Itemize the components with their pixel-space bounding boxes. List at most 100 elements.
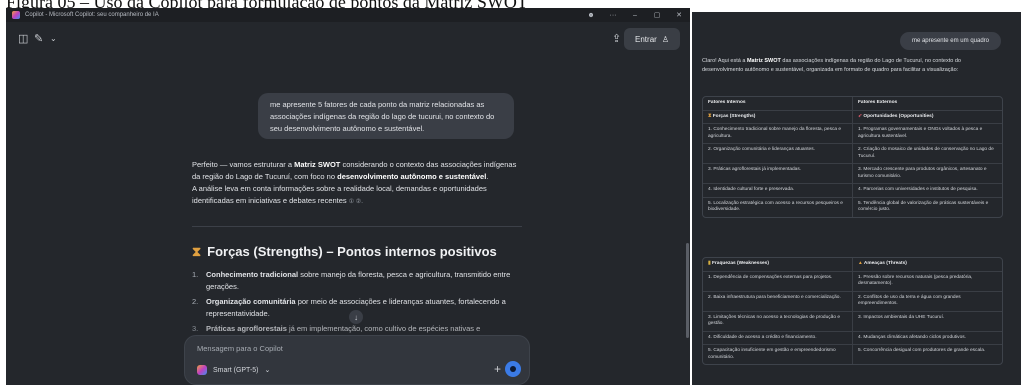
table-subheader-row: ⧗ Forças (Strengths) ➶ Oportunidades (Op… — [703, 109, 1002, 124]
scroll-down-button[interactable]: ↓ — [349, 310, 363, 324]
swot-table-strengths-opportunities: Fatores Internos Fatores Externos ⧗ Forç… — [702, 96, 1003, 218]
chevron-down-icon: ⌄ — [264, 367, 271, 374]
table-row: 2. Organização comunitária e lideranças … — [703, 143, 1002, 163]
list-item: 3. Práticas agroflorestais já em impleme… — [192, 323, 532, 335]
table-cell: 2. Criação do mosaico de unidades de con… — [852, 144, 1002, 163]
table-cell: 5. Concorrência desigual com produtores … — [852, 345, 1002, 364]
table-header-cell: Fatores Internos — [708, 100, 746, 105]
chevron-down-icon[interactable]: ⌄ — [50, 34, 57, 43]
table-cell: 5. Localização estratégica com acesso a … — [708, 200, 843, 213]
list-item-text: já em implementação, como cultivo de esp… — [286, 324, 481, 333]
section-heading-text: Forças (Strengths) – Pontos internos pos… — [207, 244, 497, 259]
sidebar-toggle-icon[interactable]: ◫ — [18, 32, 28, 45]
strengths-list: 1. Conhecimento tradicional sobre manejo… — [192, 269, 532, 338]
table-cell: 3. Impactos ambientais da UHE Tucuruí. — [852, 311, 1002, 331]
table-row: 3. Práticas agroflorestais já implementa… — [703, 163, 1002, 183]
reply-paragraph-2: A análise leva em conta informações sobr… — [192, 183, 522, 208]
subheader-label: Oportunidades (Opportunities) — [863, 113, 934, 119]
table-cell: 2. Baixa infraestrutura para beneficiame… — [708, 294, 841, 300]
table-row: 1. Conhecimento tradicional sobre manejo… — [703, 123, 1002, 143]
hourglass-icon: ⧗ — [192, 244, 202, 259]
copilot-window: Copilot - Microsoft Copilot: seu companh… — [6, 8, 690, 385]
table-row: 3. Limitações técnicas no acesso a tecno… — [703, 310, 1002, 331]
citation-refs[interactable]: ① ②. — [349, 199, 363, 205]
maximize-button[interactable]: ▢ — [646, 11, 668, 19]
table-row: 4. Identidade cultural forte e preservad… — [703, 183, 1002, 197]
reply-text: . — [486, 172, 489, 181]
new-chat-icon[interactable]: ✎ — [34, 32, 43, 45]
copilot-logo-icon — [12, 11, 20, 19]
list-item-bold: Conhecimento tradicional — [206, 270, 299, 279]
add-attachment-button[interactable]: + — [494, 362, 501, 376]
reply-text: Perfeito — vamos estruturar a — [192, 160, 295, 169]
table-cell: 1. Pressão sobre recursos naturais (pesc… — [852, 271, 1002, 291]
table-cell: 2. Conflitos de uso da terra e água com … — [852, 291, 1002, 311]
user-message-bubble: me apresente em um quadro — [899, 32, 1001, 50]
close-button[interactable]: ✕ — [668, 11, 690, 19]
table-cell: 5. Capacitação insuficiente em gestão e … — [708, 348, 836, 360]
model-selector[interactable]: Smart (GPT-5) ⌄ — [197, 365, 270, 375]
title-bar: Copilot - Microsoft Copilot: seu companh… — [6, 8, 690, 22]
reply-bold: Matriz SWOT — [294, 160, 341, 169]
list-number: 1. — [192, 270, 199, 279]
microphone-icon — [510, 366, 516, 372]
table-row: 1. Dependência de compensações externas … — [703, 270, 1002, 291]
voice-button[interactable] — [505, 361, 521, 377]
divider — [192, 226, 522, 227]
sign-in-button[interactable]: Entrar ♙ — [624, 28, 680, 50]
table-subheader-cell: ▲ Ameaças (Threats) — [852, 258, 1002, 271]
table-row: 4. Dificuldade de acesso a crédito e fin… — [703, 330, 1002, 344]
list-number: 3. — [192, 324, 199, 333]
reply-paragraph-1: Perfeito — vamos estruturar a Matriz SWO… — [192, 159, 522, 183]
list-number: 2. — [192, 297, 199, 306]
subheader-label: Forças (Strengths) — [712, 113, 756, 119]
table-subheader-cell: ⧗ Forças (Strengths) — [703, 111, 852, 124]
user-message-text: me apresente 5 fatores de cada ponto da … — [270, 100, 495, 133]
message-input-placeholder[interactable]: Mensagem para o Copilot — [197, 344, 283, 353]
swot-table-panel: me apresente em um quadro Claro! Aqui es… — [692, 12, 1021, 385]
model-label: Smart (GPT-5) — [213, 366, 259, 374]
table-cell: 3. Limitações técnicas no acesso a tecno… — [708, 314, 840, 327]
table-subheader-cell: ➶ Oportunidades (Opportunities) — [852, 110, 1002, 123]
profile-icon[interactable]: ☻ — [580, 12, 602, 19]
window-title: Copilot - Microsoft Copilot: seu companh… — [25, 12, 159, 18]
minimize-button[interactable]: – — [624, 12, 646, 19]
table-cell: 3. Práticas agroflorestais já implementa… — [708, 167, 802, 172]
list-item-bold: Organização comunitária — [206, 297, 296, 306]
table-row: 5. Capacitação insuficiente em gestão e … — [703, 344, 1002, 364]
toolbar: ◫ ✎ ⌄ ⇪ Entrar ♙ — [6, 22, 690, 58]
subheader-label: Fraquezas (Weaknesses) — [711, 261, 769, 266]
table-cell: 4. Mudanças climáticas afetando ciclos p… — [852, 331, 1002, 344]
section-heading: ⧗ Forças (Strengths) – Pontos internos po… — [192, 244, 522, 260]
table-cell: 5. Tendência global de valorização de pr… — [852, 197, 1002, 217]
table-subheader-cell: ▮ Fraquezas (Weaknesses) — [703, 258, 852, 271]
reply-bold: desenvolvimento autônomo e sustentável — [337, 172, 487, 181]
table-row: 2. Baixa infraestrutura para beneficiame… — [703, 290, 1002, 311]
assistant-intro: Claro! Aqui está a Matriz SWOT das assoc… — [702, 57, 1002, 75]
intro-text: Claro! Aqui está a — [702, 58, 747, 64]
user-icon: ♙ — [661, 34, 669, 44]
subheader-label: Ameaças (Threats) — [863, 261, 907, 266]
share-icon[interactable]: ⇪ — [612, 32, 621, 45]
table-header-cell: Fatores Externos — [852, 97, 1002, 110]
swot-table-weaknesses-threats: ▮ Fraquezas (Weaknesses) ▲ Ameaças (Thre… — [702, 257, 1003, 365]
copilot-model-icon — [197, 365, 207, 375]
more-options-button[interactable]: ··· — [602, 12, 624, 19]
scrollbar[interactable] — [686, 243, 689, 338]
intro-bold: Matriz SWOT — [746, 58, 781, 64]
user-message-text: me apresente em um quadro — [911, 38, 989, 44]
table-cell: 4. Parcerias com universidades e institu… — [852, 184, 1002, 197]
table-row: 5. Localização estratégica com acesso a … — [703, 196, 1002, 217]
message-composer[interactable]: Mensagem para o Copilot Smart (GPT-5) ⌄ … — [184, 335, 530, 385]
table-cell: 3. Mercado crescente para produtos orgân… — [852, 164, 1002, 183]
table-cell: 4. Identidade cultural forte e preservad… — [708, 187, 795, 192]
sign-in-label: Entrar — [635, 34, 657, 44]
table-cell: 1. Conhecimento tradicional sobre manejo… — [708, 127, 842, 139]
assistant-reply: Perfeito — vamos estruturar a Matriz SWO… — [192, 159, 522, 208]
table-cell: 4. Dificuldade de acesso a crédito e fin… — [708, 334, 817, 340]
table-subheader-row: ▮ Fraquezas (Weaknesses) ▲ Ameaças (Thre… — [703, 258, 1002, 271]
reply-text: A análise leva em conta informações sobr… — [192, 184, 487, 205]
table-cell: 2. Organização comunitária e lideranças … — [708, 147, 815, 152]
list-item-bold: Práticas agroflorestais — [206, 324, 287, 333]
table-cell: 1. Programas governamentais e ONGs volta… — [852, 124, 1002, 143]
